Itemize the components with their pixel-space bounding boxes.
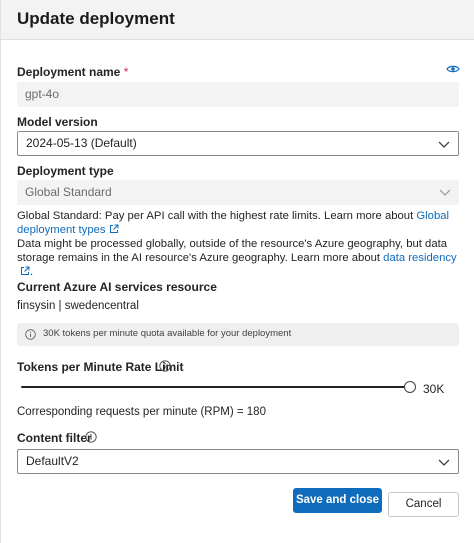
save-and-close-button[interactable]: Save and close xyxy=(293,488,382,513)
content-filter-label: Content filter xyxy=(17,431,92,445)
deployment-type-description: Global Standard: Pay per API call with t… xyxy=(17,209,462,279)
cancel-button[interactable]: Cancel xyxy=(388,492,459,517)
chevron-down-icon xyxy=(438,459,450,466)
deployment-type-value: Global Standard xyxy=(25,185,112,199)
external-link-icon xyxy=(21,266,30,275)
info-icon[interactable] xyxy=(159,360,171,372)
data-residency-link[interactable]: data residency xyxy=(383,252,456,264)
content-filter-value: DefaultV2 xyxy=(26,454,79,468)
quota-info-text: 30K tokens per minute quota available fo… xyxy=(43,328,292,339)
quota-info-bar: 30K tokens per minute quota available fo… xyxy=(17,323,459,346)
info-icon xyxy=(25,329,36,340)
required-mark: * xyxy=(123,65,129,79)
deployment-name-field: gpt-4o xyxy=(17,82,459,107)
deployment-type-desc-end: . xyxy=(30,266,34,278)
deployment-name-label-text: Deployment name xyxy=(17,65,121,79)
external-link-icon xyxy=(109,224,119,233)
eye-icon[interactable] xyxy=(446,64,460,74)
deployment-type-desc-text1: Global Standard: Pay per API call with t… xyxy=(17,210,417,222)
rate-limit-slider-thumb[interactable] xyxy=(404,381,416,393)
deployment-type-label: Deployment type xyxy=(17,164,114,178)
rate-limit-value: 30K xyxy=(423,382,445,396)
model-version-dropdown[interactable]: 2024-05-13 (Default) xyxy=(17,131,459,156)
dialog-title: Update deployment xyxy=(17,9,175,28)
current-resource-label: Current Azure AI services resource xyxy=(17,280,217,294)
dialog-header: Update deployment xyxy=(1,0,474,40)
model-version-label: Model version xyxy=(17,115,98,129)
chevron-down-icon xyxy=(438,141,450,148)
info-icon[interactable] xyxy=(85,431,97,443)
chevron-down-icon xyxy=(439,189,451,196)
model-version-value: 2024-05-13 (Default) xyxy=(26,136,137,150)
rate-limit-slider-track[interactable] xyxy=(21,386,410,388)
deployment-type-dropdown: Global Standard xyxy=(17,180,459,205)
rpm-text: Corresponding requests per minute (RPM) … xyxy=(17,406,266,418)
deployment-name-label: Deployment name * xyxy=(17,65,128,79)
current-resource-value: finsysin | swedencentral xyxy=(17,300,139,312)
deployment-name-value: gpt-4o xyxy=(25,87,60,101)
update-deployment-dialog: Update deployment Deployment name * gpt-… xyxy=(0,0,474,543)
content-filter-dropdown[interactable]: DefaultV2 xyxy=(17,449,459,474)
